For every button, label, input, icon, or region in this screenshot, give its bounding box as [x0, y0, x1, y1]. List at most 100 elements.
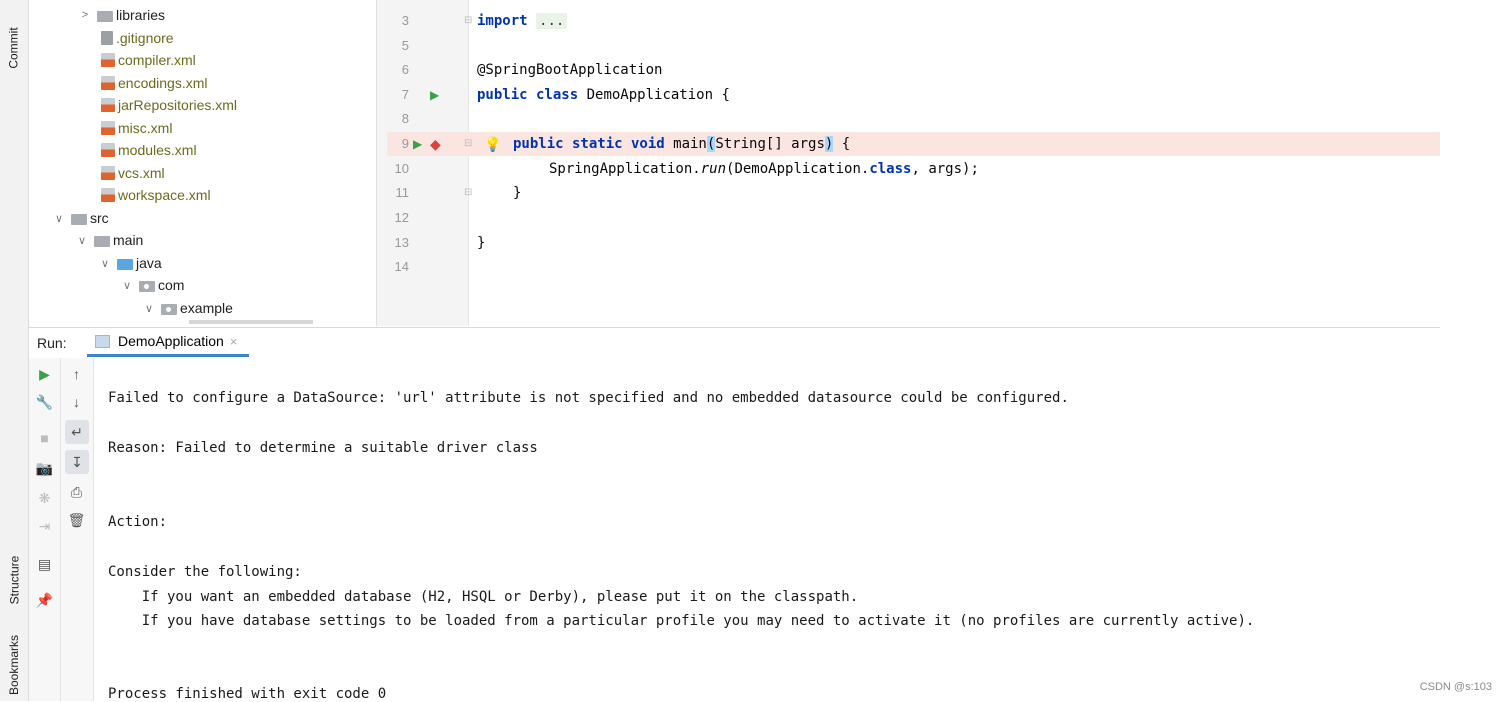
tree-item-java[interactable]: ∨ java — [97, 252, 162, 274]
wrench-icon[interactable]: 🔧 — [29, 390, 60, 414]
run-console[interactable]: Failed to configure a DataSource: 'url' … — [94, 358, 1440, 702]
run-tab-demoapplication[interactable]: DemoApplication × — [87, 328, 250, 357]
code-line[interactable]: 10 SpringApplication.run(DemoApplication… — [387, 157, 1440, 181]
tree-item-misc-xml[interactable]: misc.xml — [101, 117, 172, 139]
console-line: If you want an embedded database (H2, HS… — [108, 589, 859, 605]
chevron-down-icon[interactable]: ∨ — [74, 234, 90, 247]
method-call: run — [700, 161, 727, 177]
package-icon — [139, 280, 155, 292]
rerun-icon[interactable]: ▶ — [29, 362, 60, 386]
chevron-down-icon[interactable]: ∨ — [141, 302, 157, 315]
line-number: 14 — [394, 259, 409, 274]
tree-item-label: java — [136, 255, 162, 271]
xml-file-icon — [101, 166, 115, 180]
bookmarks-tab-label: Bookmarks — [7, 634, 21, 696]
xml-file-icon — [101, 143, 115, 157]
package-icon — [161, 303, 177, 315]
stop-icon[interactable]: ■ — [29, 426, 60, 450]
tree-item-label: encodings.xml — [118, 75, 208, 91]
commit-tool-tab[interactable]: Commit — [0, 8, 28, 88]
console-line: Action: — [108, 514, 168, 530]
gitignore-file-icon — [101, 31, 113, 45]
fold-icon[interactable]: ⊟ — [464, 9, 472, 33]
tree-item-main[interactable]: ∨ main — [74, 229, 143, 251]
watermark-text: CSDN @s:103 — [1419, 681, 1492, 693]
fold-icon[interactable]: ⊟ — [464, 181, 472, 205]
console-line: Process finished with exit code 0 — [108, 686, 387, 702]
method-name: main — [664, 136, 707, 152]
tree-item-workspace-xml[interactable]: workspace.xml — [101, 184, 211, 206]
tree-item-label: main — [113, 232, 144, 248]
tree-item-jarrepositories-xml[interactable]: jarRepositories.xml — [101, 94, 237, 116]
code-line[interactable]: 7 ▶ public class DemoApplication { — [387, 83, 1440, 107]
code-line[interactable]: 12 — [387, 206, 1440, 230]
code-line[interactable]: 6 @SpringBootApplication — [387, 58, 1440, 82]
tree-item-vcs-xml[interactable]: vcs.xml — [101, 162, 165, 184]
chevron-down-icon[interactable]: ∨ — [97, 257, 113, 270]
fold-icon[interactable]: ⊟ — [464, 132, 472, 156]
tree-item-compiler-xml[interactable]: compiler.xml — [101, 49, 196, 71]
tree-item-libraries[interactable]: > libraries — [77, 4, 165, 26]
chevron-down-icon[interactable]: ∨ — [51, 212, 67, 225]
annotation: @SpringBootApplication — [477, 62, 663, 78]
pin-icon[interactable]: 📌 — [29, 588, 60, 612]
tree-item-src[interactable]: ∨ src — [51, 207, 109, 229]
tree-item-label: vcs.xml — [118, 165, 165, 181]
chevron-right-icon[interactable]: > — [77, 9, 93, 21]
login-icon[interactable]: ⇥ — [29, 514, 60, 538]
close-icon[interactable]: × — [230, 334, 238, 349]
code-line[interactable]: 5 — [387, 34, 1440, 58]
left-tool-strip: Commit Structure Bookmarks — [0, 0, 29, 701]
line-number: 8 — [401, 111, 409, 126]
layout-icon[interactable]: ▤ — [29, 552, 60, 576]
console-icon — [95, 334, 110, 348]
main-method-declaration: public static void main(String[] args) { — [513, 132, 850, 156]
tree-item-com[interactable]: ∨ com — [119, 274, 184, 296]
line-number: 12 — [394, 210, 409, 225]
code-line[interactable]: 11 ⊟ } — [387, 181, 1440, 205]
tree-item-label: misc.xml — [118, 120, 173, 136]
brace-close: } — [477, 235, 486, 251]
tree-item-encodings-xml[interactable]: encodings.xml — [101, 72, 208, 94]
code-line-highlighted[interactable]: 9 ▶ ◆ ⊟ 💡 public static void main(String… — [387, 132, 1440, 156]
code-editor[interactable]: 3 ⊟ import ... 5 6 @SpringBootApplicatio… — [387, 0, 1440, 326]
lightbulb-icon[interactable]: 💡 — [484, 132, 501, 156]
code-line[interactable]: 14 — [387, 255, 1440, 279]
bookmarks-tool-tab[interactable]: Bookmarks — [0, 630, 28, 700]
arrow-down-icon[interactable]: ↓ — [61, 390, 92, 414]
code-line[interactable]: 8 — [387, 107, 1440, 131]
code-line[interactable]: 3 ⊟ import ... — [387, 9, 1440, 33]
chevron-down-icon[interactable]: ∨ — [119, 279, 135, 292]
tree-item-modules-xml[interactable]: modules.xml — [101, 139, 197, 161]
line-number: 3 — [401, 13, 409, 28]
line-number: 9 — [401, 136, 409, 151]
xml-file-icon — [101, 53, 115, 67]
tree-item-example[interactable]: ∨ example — [141, 297, 233, 319]
soft-wrap-icon[interactable]: ↵ — [65, 420, 89, 444]
camera-icon[interactable]: 📷 — [29, 456, 60, 480]
tree-item-label: workspace.xml — [118, 187, 211, 203]
breakpoint-icon[interactable]: ◆ — [430, 132, 441, 156]
arrow-up-icon[interactable]: ↑ — [61, 362, 92, 386]
tree-item-label: modules.xml — [118, 142, 197, 158]
structure-tool-tab[interactable]: Structure — [0, 540, 28, 620]
folder-icon — [94, 235, 110, 247]
run-toolbar-primary: ▶ 🔧 ■ 📷 ❋ ⇥ ▤ 📌 — [29, 358, 61, 701]
brace-close: } — [513, 185, 522, 201]
run-gutter-icon[interactable]: ▶ — [413, 132, 422, 156]
keyword: public class — [477, 87, 579, 103]
scroll-to-end-icon[interactable]: ↧ — [65, 450, 89, 474]
class-name: DemoApplication { — [578, 87, 730, 103]
run-gutter-icon[interactable]: ▶ — [430, 83, 439, 107]
print-icon[interactable]: ⎙ — [61, 480, 92, 504]
debug-bug-icon[interactable]: ❋ — [29, 486, 60, 510]
code-line[interactable]: 13 } — [387, 231, 1440, 255]
trash-icon[interactable]: 🗑 — [61, 508, 92, 532]
run-toolbar-secondary: ↑ ↓ ↵ ↧ ⎙ 🗑 — [61, 358, 94, 701]
tree-item-label: compiler.xml — [118, 52, 196, 68]
tree-item-gitignore[interactable]: .gitignore — [101, 27, 174, 49]
folded-imports[interactable]: ... — [536, 13, 568, 29]
keyword: public static void — [513, 136, 665, 152]
tree-horizontal-scrollbar[interactable] — [189, 320, 313, 324]
xml-file-icon — [101, 121, 115, 135]
